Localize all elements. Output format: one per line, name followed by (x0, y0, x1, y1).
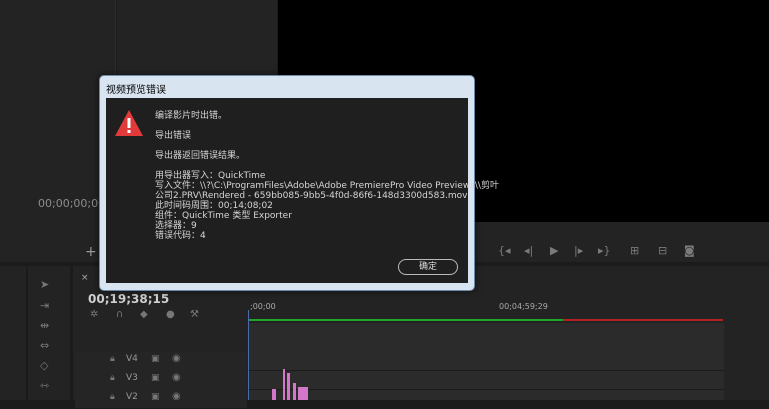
video-clip[interactable] (293, 383, 296, 400)
video-clip[interactable] (283, 369, 285, 400)
track-label[interactable]: V3 (126, 373, 138, 383)
track-select-icon[interactable]: ⇥ (40, 299, 49, 312)
timeline-timecode[interactable]: 00;19;38;15 (88, 292, 169, 306)
extract-icon[interactable]: ⊟ (658, 244, 667, 257)
detail-error-code: 错误代码：4 (155, 231, 206, 241)
close-icon[interactable]: × (81, 273, 89, 283)
tools-panel: ➤ ⇥ ⇹ ⇔ ◇ ⇿ (28, 266, 70, 400)
render-bar-rendered (248, 319, 563, 321)
slip-tool-icon[interactable]: ⇿ (40, 379, 49, 392)
snap-icon[interactable]: ✲ (90, 309, 98, 320)
track-label[interactable]: V4 (126, 354, 138, 364)
mark-in-icon[interactable]: {◂ (498, 244, 511, 257)
ok-button[interactable]: 确定 (398, 259, 458, 275)
linked-selection-icon[interactable]: ∩ (116, 309, 123, 320)
eye-icon[interactable]: ◉ (172, 353, 181, 364)
add-marker-icon[interactable]: ◆ (140, 309, 148, 320)
lock-icon[interactable]: 🔒︎ (110, 392, 115, 402)
playhead[interactable] (248, 310, 249, 400)
error-type: 导出错误 (155, 131, 192, 141)
track-row: 🔒︎ V4 ▣ ◉ (75, 351, 724, 371)
track-row: 🔒︎ V2 ▣ ◉ (75, 389, 724, 409)
add-button[interactable]: + (85, 244, 97, 260)
sync-icon[interactable]: ▣ (151, 354, 160, 364)
track-header: 🔒︎ V4 ▣ ◉ (75, 351, 247, 370)
sync-icon[interactable]: ▣ (151, 392, 160, 402)
track-header: 🔒︎ V3 ▣ ◉ (75, 370, 247, 389)
project-panel (0, 266, 26, 400)
marker-icon[interactable]: ● (166, 309, 175, 320)
wrench-icon[interactable]: ⚒ (190, 309, 199, 320)
step-forward-icon[interactable]: |▸ (574, 244, 583, 257)
video-clip[interactable] (287, 373, 290, 400)
dialog-body: 编译影片时出错。 导出错误 导出器返回错误结果。 用导出器写入：QuickTim… (106, 98, 499, 283)
play-icon[interactable]: ▶ (550, 244, 558, 257)
warning-icon (115, 110, 143, 136)
lock-icon[interactable]: 🔒︎ (110, 354, 115, 364)
error-message: 编译影片时出错。 (155, 111, 228, 121)
video-clip[interactable] (298, 387, 308, 400)
track-header: 🔒︎ V2 ▣ ◉ (75, 389, 247, 408)
render-bar-unrendered (563, 319, 723, 321)
mark-out-icon[interactable]: ▸} (598, 244, 611, 257)
eye-icon[interactable]: ◉ (172, 391, 181, 402)
camera-icon[interactable]: ◙ (684, 244, 695, 257)
rate-stretch-icon[interactable]: ⇔ (40, 339, 49, 352)
error-dialog: 视频预览错误 编译影片时出错。 导出错误 导出器返回错误结果。 用导出器写入：Q… (99, 75, 499, 291)
lock-icon[interactable]: 🔒︎ (110, 373, 115, 383)
track-row: 🔒︎ V3 ▣ ◉ (75, 370, 724, 390)
source-timecode[interactable]: 00;00;00;00 (38, 197, 105, 210)
sync-icon[interactable]: ▣ (151, 373, 160, 383)
lift-icon[interactable]: ⊞ (630, 244, 639, 257)
video-clip[interactable] (272, 389, 276, 400)
dialog-title: 视频预览错误 (106, 85, 166, 96)
track-label[interactable]: V2 (126, 392, 138, 402)
ripple-edit-icon[interactable]: ⇹ (40, 319, 49, 332)
step-back-icon[interactable]: ◂| (524, 244, 533, 257)
ruler-mid-time: 00;04;59;29 (499, 302, 548, 311)
selection-tool-icon[interactable]: ➤ (40, 278, 49, 291)
error-result: 导出器返回错误结果。 (155, 151, 246, 161)
eye-icon[interactable]: ◉ (172, 372, 181, 383)
ruler-start-time: ;00;00 (250, 302, 276, 311)
razor-icon[interactable]: ◇ (40, 359, 48, 372)
